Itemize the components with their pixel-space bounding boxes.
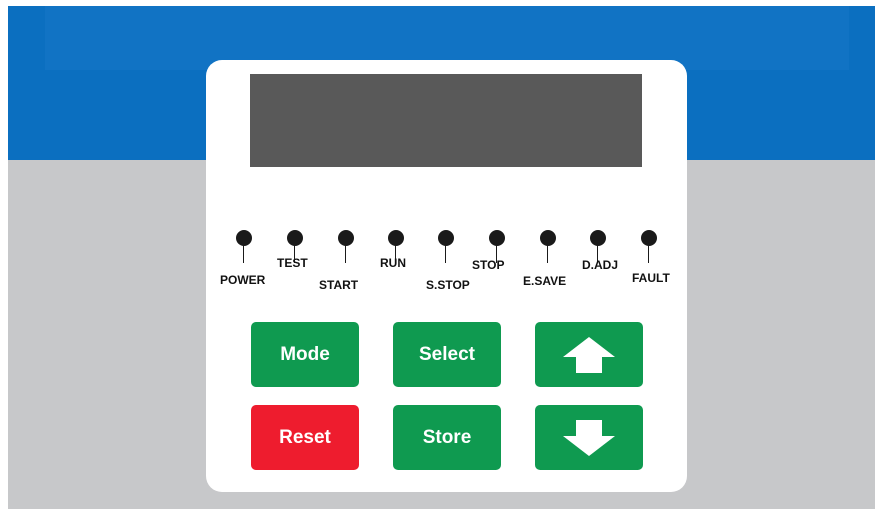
d-adj-label: D.ADJ	[582, 258, 619, 272]
fault-led-stem	[648, 245, 649, 263]
s-stop-led	[438, 230, 454, 246]
stop-label: STOP	[472, 258, 505, 272]
e-save-label: E.SAVE	[523, 274, 567, 288]
down-arrow-icon	[563, 419, 615, 456]
device-front: POWER TEST START RUN S.STOP STOP E.SAVE …	[0, 0, 875, 509]
test-label: TEST	[277, 256, 308, 270]
mode-button-label: Mode	[280, 343, 330, 365]
keypad-faceplate: POWER TEST START RUN S.STOP STOP E.SAVE …	[206, 60, 687, 492]
start-label: START	[319, 278, 359, 292]
start-led-stem	[345, 245, 346, 263]
store-button-label: Store	[422, 426, 472, 448]
d-adj-led	[590, 230, 606, 246]
lcd-display	[250, 74, 642, 167]
reset-button-label: Reset	[279, 426, 331, 448]
start-led	[338, 230, 354, 246]
down-button[interactable]	[535, 405, 643, 470]
test-led	[287, 230, 303, 246]
select-button-label: Select	[419, 343, 475, 365]
mode-button[interactable]: Mode	[251, 322, 359, 387]
store-button[interactable]: Store	[393, 405, 501, 470]
power-led-stem	[243, 245, 244, 263]
up-arrow-icon	[563, 336, 615, 373]
stop-led	[489, 230, 505, 246]
s-stop-label: S.STOP	[426, 278, 470, 292]
select-button[interactable]: Select	[393, 322, 501, 387]
s-stop-led-stem	[445, 245, 446, 263]
run-led	[388, 230, 404, 246]
fault-led	[641, 230, 657, 246]
up-button[interactable]	[535, 322, 643, 387]
e-save-led	[540, 230, 556, 246]
e-save-led-stem	[547, 245, 548, 263]
reset-button[interactable]: Reset	[251, 405, 359, 470]
run-label: RUN	[380, 256, 406, 270]
power-led	[236, 230, 252, 246]
fault-label: FAULT	[632, 271, 670, 285]
power-label: POWER	[220, 273, 266, 287]
